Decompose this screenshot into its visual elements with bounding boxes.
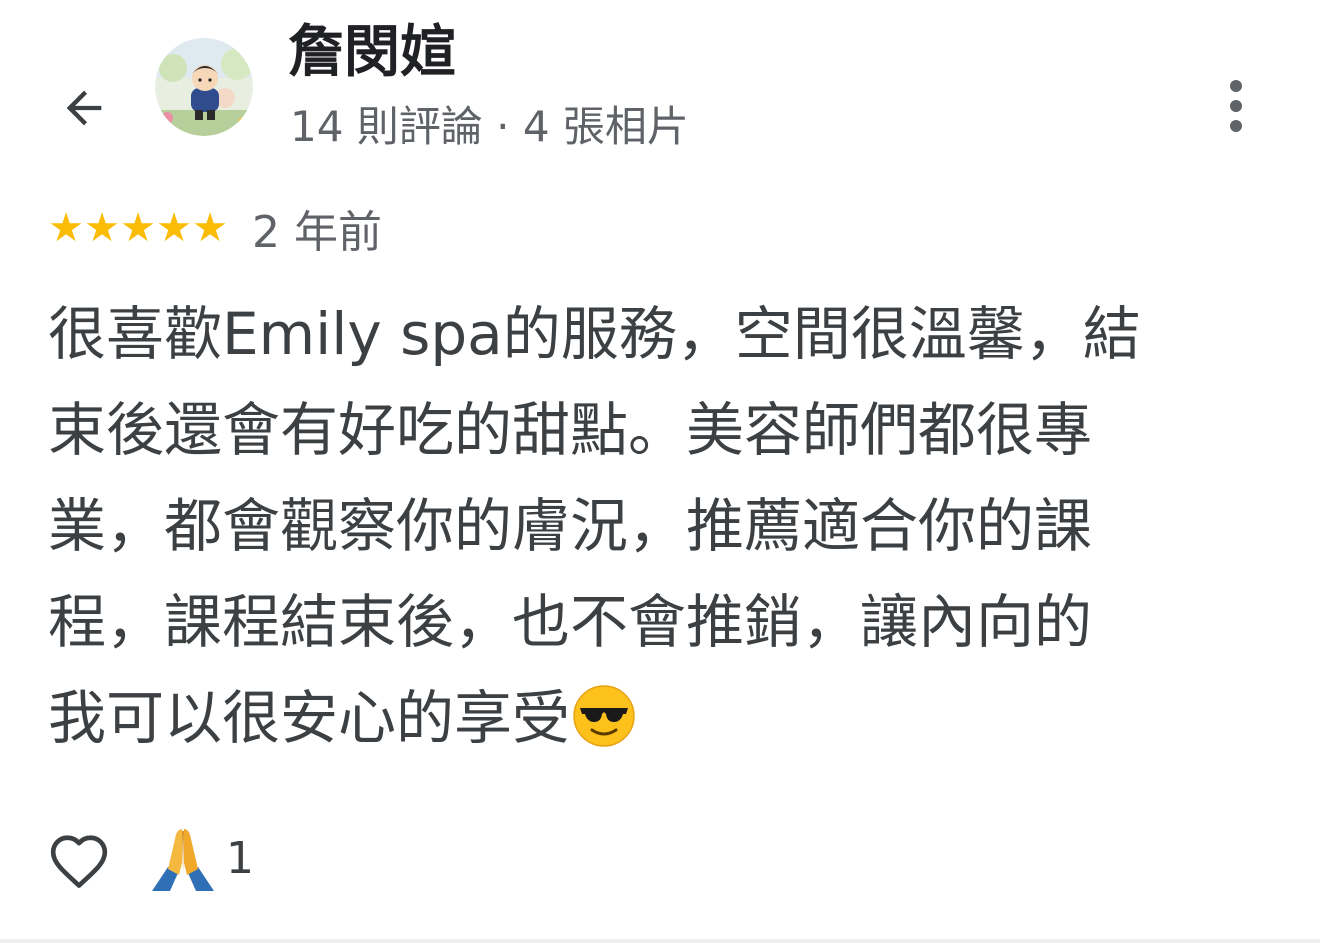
- star-icon: ★: [48, 205, 84, 251]
- star-icon: ★: [192, 205, 228, 251]
- folded-hands-icon: [152, 829, 214, 891]
- review-text-line: 很喜歡Emily spa的服務，空間很溫馨，結: [48, 300, 1141, 368]
- review-text-line: 束後還會有好吃的甜點。美容師們都很專: [48, 396, 1093, 464]
- back-button[interactable]: [52, 76, 116, 140]
- review-text-line: 業，都會觀察你的膚況，推薦適合你的課: [48, 492, 1093, 560]
- like-button[interactable]: [44, 826, 114, 896]
- reviewer-stats: 14 則評論 · 4 張相片: [290, 102, 689, 151]
- star-icon: ★: [120, 205, 156, 251]
- reviewer-name[interactable]: 詹閔媗: [288, 18, 456, 88]
- review-date: 2 年前: [252, 207, 382, 258]
- divider: [0, 939, 1320, 943]
- rating-row: ★ ★ ★ ★ ★ 2 年前: [48, 200, 382, 258]
- star-icon: ★: [156, 205, 192, 251]
- more-options-button[interactable]: [1210, 74, 1262, 138]
- review-text: 很喜歡Emily spa的服務，空間很溫馨，結 束後還會有好吃的甜點。美容師們都很…: [48, 286, 1258, 766]
- review-text-line: 程，課程結束後，也不會推銷，讓內向的: [48, 588, 1093, 656]
- sunglasses-emoji-icon: [573, 685, 635, 747]
- star-icon: ★: [84, 205, 120, 251]
- more-vertical-icon: [1230, 80, 1242, 132]
- star-rating: ★ ★ ★ ★ ★: [48, 208, 228, 248]
- avatar-image: [155, 38, 253, 136]
- arrow-left-icon: [66, 90, 102, 126]
- review-text-line: 我可以很安心的享受: [48, 670, 1258, 766]
- reaction-count: 1: [226, 832, 254, 884]
- avatar[interactable]: [155, 38, 253, 136]
- heart-outline-icon: [50, 835, 108, 888]
- reaction-button[interactable]: 1: [148, 822, 254, 894]
